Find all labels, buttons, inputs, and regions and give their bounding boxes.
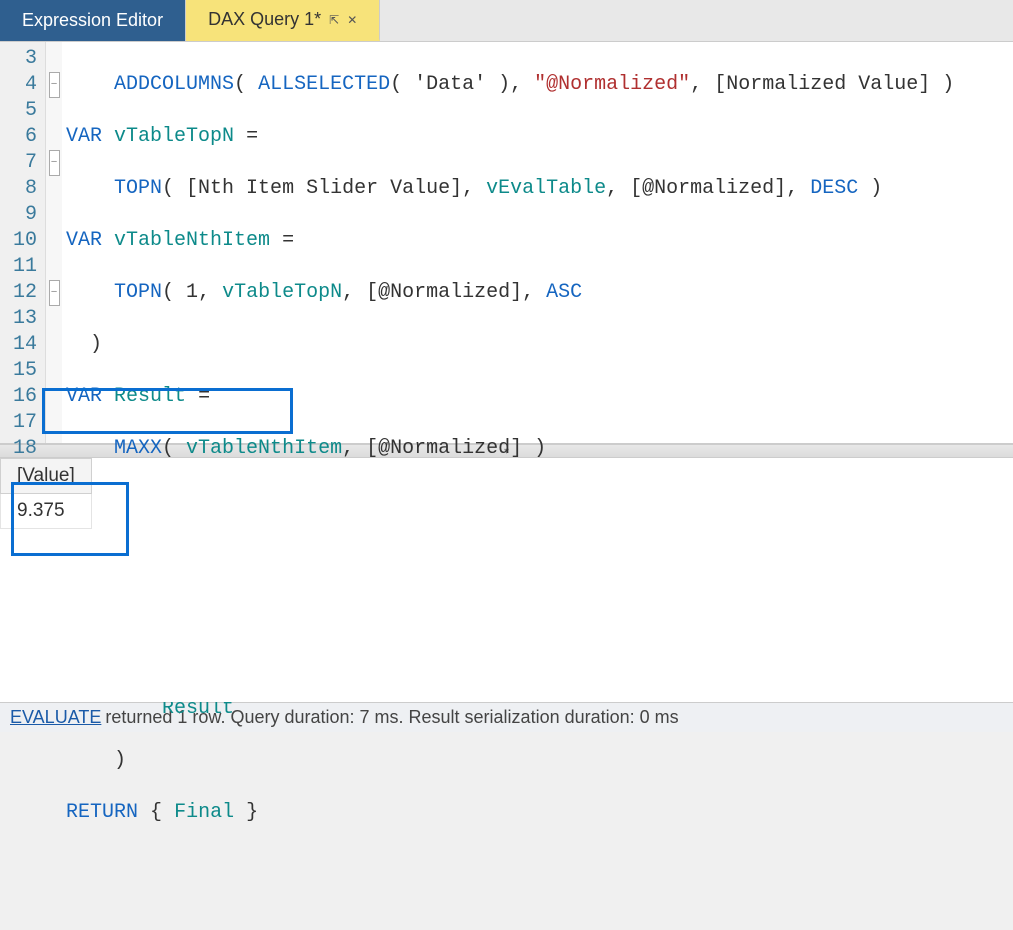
fold-toggle-icon[interactable]: − (49, 280, 60, 306)
fold-toggle-icon[interactable]: − (49, 72, 60, 98)
results-pane: [Value] 9.375 (0, 458, 1013, 702)
pin-icon[interactable]: ⇱ (329, 13, 339, 27)
fold-gutter: − − − (46, 42, 62, 443)
code-editor[interactable]: 3 4 5 6 7 8 9 10 11 12 13 14 15 16 17 18… (0, 42, 1013, 444)
results-header[interactable]: [Value] (1, 459, 92, 494)
tab-label: DAX Query 1* (208, 9, 321, 30)
tab-expression-editor[interactable]: Expression Editor (0, 0, 186, 41)
fold-toggle-icon[interactable]: − (49, 150, 60, 176)
tab-label: Expression Editor (22, 10, 163, 31)
results-table: [Value] 9.375 (0, 458, 92, 529)
close-icon[interactable]: ✕ (347, 13, 357, 27)
line-number-gutter: 3 4 5 6 7 8 9 10 11 12 13 14 15 16 17 18 (0, 42, 46, 443)
tab-dax-query[interactable]: DAX Query 1* ⇱ ✕ (186, 0, 380, 41)
code-body[interactable]: ADDCOLUMNS( ALLSELECTED( 'Data' ), "@Nor… (62, 42, 1013, 443)
results-cell[interactable]: 9.375 (1, 494, 92, 529)
tab-bar: Expression Editor DAX Query 1* ⇱ ✕ (0, 0, 1013, 42)
